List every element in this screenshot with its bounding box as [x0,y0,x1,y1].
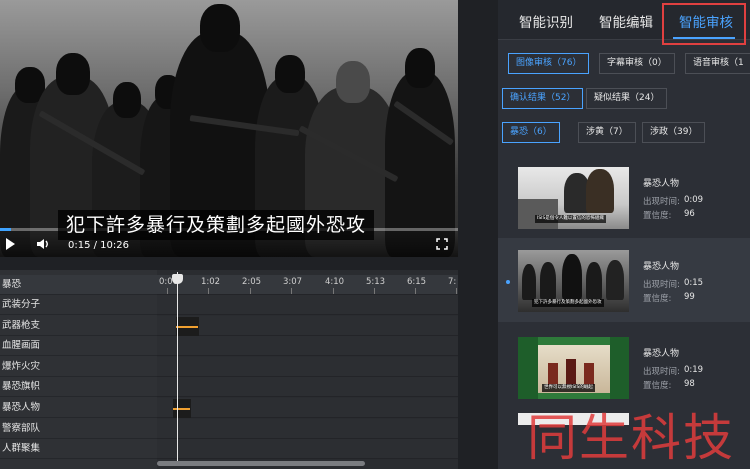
result-time: 0:09 [684,195,704,205]
timeline-tracks[interactable]: 0:00 1:02 2:05 3:07 4:10 5:13 6:15 7: [157,270,458,469]
result-title: 暴恐人物 [643,349,680,359]
video-progress-fill [0,228,12,231]
tick-label: 4:10 [325,277,345,287]
result-thumbnail: 犯下許多暴行及策劃多起國外恐攻 [518,250,629,312]
result-item-selected[interactable]: 犯下許多暴行及策劃多起國外恐攻 暴恐人物 出现时间: 0:15 置信度: 99 [498,238,750,322]
timeline-panel: 暴恐 武装分子 武器枪支 血腥画面 爆炸火灾 暴恐旗帜 暴恐人物 警察部队 人群… [0,270,458,469]
timeline-row[interactable] [157,295,458,315]
timeline-label-column: 暴恐 武装分子 武器枪支 血腥画面 爆炸火灾 暴恐旗帜 暴恐人物 警察部队 人群… [0,270,157,469]
timeline-segment-marker [173,408,190,410]
chip-audio-review[interactable]: 语音审核（1 [685,53,750,74]
timeline-row[interactable] [157,377,458,397]
timeline-row[interactable] [157,419,458,439]
result-time: 0:15 [684,278,704,288]
volume-icon[interactable] [36,237,50,251]
tick-label: 5:13 [366,277,386,287]
timeline-label-2[interactable]: 武器枪支 [0,316,157,336]
result-confidence-label: 置信度: [643,381,672,391]
timeline-label-4[interactable]: 爆炸火灾 [0,357,157,377]
tick-label: 6:15 [407,277,427,287]
timeline-scrollbar[interactable] [157,461,365,466]
result-time-label: 出现时间: [643,280,680,290]
thumbnail-caption: ISIS是個令人難以置信的恐怖組織 [535,215,606,223]
video-subtitle: 犯下許多暴行及策劃多起國外恐攻 [58,210,375,240]
timeline-label-5[interactable]: 暴恐旗帜 [0,377,157,397]
tab-smart-edit[interactable]: 智能编辑 [599,11,653,31]
thumbnail-caption: 犯下許多暴行及策劃多起國外恐攻 [532,299,604,307]
timeline-row[interactable] [157,316,458,336]
result-title: 暴恐人物 [643,262,680,272]
timeline-row[interactable] [157,439,458,459]
app-root: 犯下許多暴行及策劃多起國外恐攻 0:15 / 10:26 暴恐 武装分子 武器枪… [0,0,750,469]
timeline-label-6[interactable]: 暴恐人物 [0,398,157,418]
timeline-label-3[interactable]: 血腥画面 [0,336,157,356]
chip-confirmed-results[interactable]: 确认结果（52） [502,88,584,109]
video-time: 0:15 / 10:26 [68,240,130,251]
timeline-label-8[interactable]: 人群聚集 [0,439,157,459]
timeline-label-7[interactable]: 警察部队 [0,419,157,439]
play-icon[interactable] [6,238,15,250]
result-time: 0:19 [684,365,704,375]
timeline-segment-marker [176,326,198,328]
selected-indicator-dot [506,280,510,284]
chip-porn[interactable]: 涉黄（7） [578,122,636,143]
chip-politics[interactable]: 涉政（39） [642,122,706,143]
timeline-row[interactable] [157,398,458,418]
watermark: 同生科技 [527,409,735,467]
chip-terror[interactable]: 暴恐（6） [502,122,560,143]
result-item[interactable]: 世界可以無視ISIS的崛起 暴恐人物 出现时间: 0:19 置信度: 98 [498,325,750,405]
result-item[interactable]: ISIS是個令人難以置信的恐怖組織 暴恐人物 出现时间: 0:09 置信度: 9… [498,155,750,235]
chip-subtitle-review[interactable]: 字幕审核（0） [599,53,675,74]
result-time-label: 出现时间: [643,367,680,377]
tick-label: 7: [448,277,457,287]
timeline-label-0[interactable]: 暴恐 [0,275,157,295]
result-title: 暴恐人物 [643,179,680,189]
result-confidence-label: 置信度: [643,294,672,304]
thumbnail-caption: 世界可以無視ISIS的崛起 [542,384,595,392]
timeline-playhead[interactable] [177,272,178,462]
chip-image-review[interactable]: 图像审核（76） [508,53,590,74]
timeline-row[interactable] [157,357,458,377]
result-thumbnail: ISIS是個令人難以置信的恐怖組織 [518,167,629,229]
result-confidence: 98 [684,379,695,389]
result-confidence: 99 [684,292,695,302]
tick-label: 3:07 [283,277,303,287]
result-confidence: 96 [684,209,695,219]
timeline-label-1[interactable]: 武装分子 [0,295,157,315]
result-confidence-label: 置信度: [643,211,672,221]
timeline-ruler[interactable]: 0:00 1:02 2:05 3:07 4:10 5:13 6:15 7: [157,275,458,295]
playhead-handle[interactable] [172,274,183,284]
highlight-box [662,3,746,45]
timeline-row[interactable] [157,336,458,356]
fullscreen-icon[interactable] [436,238,448,250]
tick-label: 1:02 [201,277,221,287]
chip-suspected-results[interactable]: 疑似结果（24） [586,88,668,109]
result-thumbnail: 世界可以無視ISIS的崛起 [518,337,629,399]
tab-smart-recognition[interactable]: 智能识别 [519,11,573,31]
result-time-label: 出现时间: [643,197,680,207]
tick-label: 2:05 [242,277,262,287]
